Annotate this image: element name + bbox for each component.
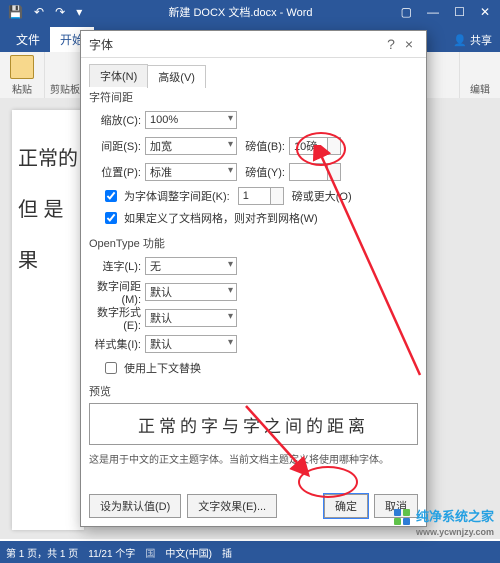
status-language[interactable]: 中文(中国)	[165, 545, 212, 560]
window-controls: ▢ — ☐ ✕	[395, 3, 496, 21]
minimize-icon[interactable]: —	[421, 3, 445, 21]
position-select[interactable]: 标准	[145, 163, 237, 181]
text-effects-button[interactable]: 文字效果(E)...	[187, 494, 277, 518]
num-spacing-label: 数字间距(M):	[89, 278, 145, 306]
section-preview: 预览	[89, 383, 418, 399]
share-button[interactable]: 👤 共享	[445, 28, 500, 52]
section-char-spacing: 字符间距	[89, 89, 418, 105]
ok-button[interactable]: 确定	[324, 494, 368, 518]
status-insert-mode[interactable]: 插	[222, 545, 232, 560]
tab-file[interactable]: 文件	[6, 27, 50, 52]
cancel-button[interactable]: 取消	[374, 494, 418, 518]
doc-line: 果	[18, 244, 78, 273]
font-dialog: 字体 ? × 字体(N) 高级(V) 字符间距 缩放(C): 100% 间距(S…	[80, 30, 427, 527]
snap-grid-label: 如果定义了文档网格，则对齐到网格(W)	[124, 210, 318, 226]
kerning-unit: 磅或更大(O)	[292, 188, 352, 204]
num-spacing-select[interactable]: 默认	[145, 283, 237, 301]
close-icon[interactable]: ✕	[474, 3, 496, 21]
ligatures-select[interactable]: 无	[145, 257, 237, 275]
clipboard-group-label: 剪贴板	[50, 81, 80, 96]
point-b-spinner[interactable]: 10磅 ▲▼	[289, 137, 341, 155]
edit-group: 编辑	[459, 52, 500, 98]
preview-box: 正常的字与字之间的距离	[89, 403, 418, 445]
section-opentype: OpenType 功能	[89, 235, 418, 251]
dialog-body: 字符间距 缩放(C): 100% 间距(S): 加宽 磅值(B): 10磅 ▲▼…	[89, 85, 418, 482]
status-bar: 第 1 页，共 1 页 11/21 个字 国 中文(中国) 插	[0, 541, 500, 563]
row-spacing: 间距(S): 加宽 磅值(B): 10磅 ▲▼	[89, 135, 418, 157]
preview-note: 这是用于中文的正文主题字体。当前文档主题定义将使用哪种字体。	[89, 451, 418, 466]
page[interactable]: 正常的 但 是 果	[12, 110, 84, 530]
kerning-spinner[interactable]: 1 ▲▼	[238, 187, 284, 205]
position-label: 位置(P):	[89, 164, 145, 180]
styleset-select[interactable]: 默认	[145, 335, 237, 353]
point-y-label: 磅值(Y):	[237, 164, 289, 180]
spacing-label: 间距(S):	[89, 138, 145, 154]
paste-icon[interactable]	[10, 55, 34, 79]
styleset-label: 样式集(I):	[89, 336, 145, 352]
kerning-label: 为字体调整字间距(K):	[124, 188, 230, 204]
num-form-label: 数字形式(E):	[89, 304, 145, 332]
qat-more-icon[interactable]: ▾	[72, 3, 86, 21]
grid-row: 如果定义了文档网格，则对齐到网格(W)	[101, 209, 418, 227]
dialog-close-icon[interactable]: ×	[400, 36, 418, 52]
paste-label: 粘贴	[12, 81, 32, 96]
edit-group-label: 编辑	[470, 81, 490, 96]
status-page[interactable]: 第 1 页，共 1 页	[6, 545, 78, 560]
contextual-checkbox[interactable]	[105, 362, 117, 374]
num-form-select[interactable]: 默认	[145, 309, 237, 327]
contextual-row: 使用上下文替换	[101, 359, 418, 377]
clipboard-group: 粘贴	[0, 52, 45, 98]
scale-label: 缩放(C):	[89, 112, 145, 128]
title-bar: 💾 ↶ ↷ ▾ 新建 DOCX 文档.docx - Word ▢ — ☐ ✕	[0, 0, 500, 24]
kerning-row: 为字体调整字间距(K): 1 ▲▼ 磅或更大(O)	[101, 187, 418, 205]
dialog-title-bar: 字体 ? ×	[81, 31, 426, 58]
scale-select[interactable]: 100%	[145, 111, 237, 129]
snap-grid-checkbox[interactable]	[105, 212, 117, 224]
spinner-arrows-icon[interactable]: ▲▼	[331, 163, 338, 179]
doc-line: 正常的	[18, 142, 78, 171]
ligatures-label: 连字(L):	[89, 258, 145, 274]
point-b-label: 磅值(B):	[237, 138, 289, 154]
dialog-title: 字体	[89, 36, 113, 53]
point-y-spinner[interactable]: ▲▼	[289, 163, 341, 181]
quick-access-toolbar: 💾 ↶ ↷ ▾	[4, 3, 86, 21]
contextual-label: 使用上下文替换	[124, 360, 201, 376]
status-word-count[interactable]: 11/21 个字	[88, 545, 135, 560]
redo-icon[interactable]: ↷	[51, 3, 69, 21]
spinner-arrows-icon[interactable]: ▲▼	[274, 187, 281, 203]
kerning-checkbox[interactable]	[105, 190, 117, 202]
window-title: 新建 DOCX 文档.docx - Word	[86, 4, 394, 20]
save-icon[interactable]: 💾	[4, 3, 27, 21]
maximize-icon[interactable]: ☐	[448, 3, 471, 21]
dialog-footer: 设为默认值(D) 文字效果(E)... 确定 取消	[89, 494, 418, 518]
set-default-button[interactable]: 设为默认值(D)	[89, 494, 181, 518]
dialog-tabs: 字体(N) 高级(V)	[81, 58, 426, 87]
share-icon: 👤	[453, 35, 467, 47]
undo-icon[interactable]: ↶	[30, 3, 48, 21]
doc-line: 但 是	[18, 193, 78, 222]
tab-font[interactable]: 字体(N)	[89, 64, 148, 87]
spinner-arrows-icon[interactable]: ▲▼	[331, 137, 338, 153]
dialog-help-icon[interactable]: ?	[382, 36, 400, 52]
status-lang-icon[interactable]: 国	[145, 545, 155, 560]
spacing-select[interactable]: 加宽	[145, 137, 237, 155]
ribbon-options-icon[interactable]: ▢	[395, 3, 418, 21]
row-scale: 缩放(C): 100%	[89, 109, 418, 131]
row-position: 位置(P): 标准 磅值(Y): ▲▼	[89, 161, 418, 183]
